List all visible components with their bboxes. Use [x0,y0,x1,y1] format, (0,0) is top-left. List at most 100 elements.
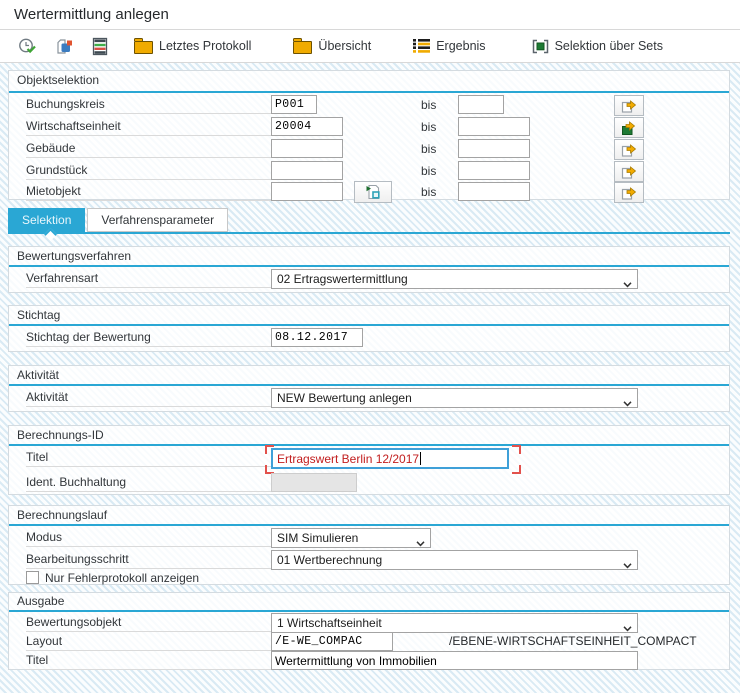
tab-label: Verfahrensparameter [101,213,214,227]
field-label: Stichtag der Bewertung [26,330,271,347]
stichtag-groupbox: Stichtag Stichtag der Bewertung [8,305,730,352]
field-row-ident-buchhaltung: Ident. Buchhaltung [9,473,729,494]
tab-label: Selektion [22,213,71,227]
folder-icon [134,41,153,54]
bis-label: bis [421,120,436,134]
bis-label: bis [421,98,436,112]
grundstueck-multi-selection-button[interactable] [614,161,644,182]
wirtschaftseinheit-from-input[interactable] [271,117,343,136]
execute-with-variant-button[interactable] [49,34,80,59]
button-label: Selektion über Sets [555,39,663,53]
groupbox-accent-rule [9,324,729,326]
aktivitaet-dropdown[interactable]: NEW Bewertung anlegen [271,388,638,408]
titel-input[interactable]: Ertragswert Berlin 12/2017 [271,448,509,469]
field-label: Verfahrensart [26,271,271,288]
groupbox-title: Stichtag [17,308,60,322]
chevron-down-icon [416,536,425,550]
mietobjekt-to-input[interactable] [458,182,530,201]
gebaeude-multi-selection-button[interactable] [614,139,644,160]
field-row-ausgabe-titel: Titel [9,651,729,672]
bearbeitungsschritt-dropdown[interactable]: 01 Wertberechnung [271,550,638,570]
buchungskreis-multi-selection-button[interactable] [614,95,644,116]
field-label: Aktivität [26,390,271,407]
selection-bracket [512,445,521,454]
gebaeude-to-input[interactable] [458,139,530,158]
berechnungs-id-groupbox: Berechnungs-ID Titel Ertragswert Berlin … [8,425,730,495]
groupbox-accent-rule [9,524,729,526]
selektion-ueber-sets-button[interactable]: Selektion über Sets [526,36,669,57]
stichtag-date-input[interactable] [271,328,363,347]
ausgabe-titel-input[interactable] [271,651,638,670]
buchungskreis-to-input[interactable] [458,95,504,114]
sets-selection-icon [532,39,549,54]
nur-fehlerprotokoll-checkbox[interactable] [26,571,39,584]
bewertungsobjekt-dropdown[interactable]: 1 Wirtschaftseinheit [271,613,638,633]
result-list-icon [413,39,430,53]
dropdown-value: NEW Bewertung anlegen [277,391,412,405]
tab-strip: Selektion Verfahrensparameter [8,208,230,232]
multi-selection-arrow-icon [621,142,637,158]
bis-label: bis [421,164,436,178]
chevron-down-icon [623,396,632,410]
selection-row-grundstueck: Grundstück bis [9,161,729,182]
mietobjekt-from-input[interactable] [271,182,343,201]
grundstueck-from-input[interactable] [271,161,343,180]
bis-label: bis [421,142,436,156]
field-label: Mietobjekt [26,184,271,201]
page-title: Wertermittlung anlegen [14,6,169,23]
execute-clock-icon [18,37,37,56]
checkbox-label: Nur Fehlerprotokoll anzeigen [45,571,199,585]
grundstueck-to-input[interactable] [458,161,530,180]
chevron-down-icon [623,277,632,291]
tab-verfahrensparameter[interactable]: Verfahrensparameter [87,208,228,232]
field-row-layout: Layout /EBENE-WIRTSCHAFTSEINHEIT_COMPACT [9,632,729,653]
layout-input[interactable] [271,632,393,651]
gebaeude-from-input[interactable] [271,139,343,158]
ausgabe-groupbox: Ausgabe Bewertungsobjekt 1 Wirtschaftsei… [8,592,730,670]
field-row-bewertungsobjekt: Bewertungsobjekt 1 Wirtschaftseinheit [9,613,729,634]
bewertungsverfahren-groupbox: Bewertungsverfahren Verfahrensart 02 Ert… [8,246,730,293]
field-label: Titel [26,653,271,670]
object-selection-groupbox: Objektselektion Buchungskreis bis Wirtsc… [8,70,730,200]
folder-icon [293,41,312,54]
application-toolbar: Letztes Protokoll Übersicht Ergebnis [0,30,740,63]
field-label: Bewertungsobjekt [26,615,271,632]
tab-accent-line [8,232,730,234]
page-with-arrow-icon [364,184,382,200]
sap-wertermittlung-screen: Wertermittlung anlegen [0,0,740,693]
mietobjekt-multi-selection-button[interactable] [614,182,644,203]
wirtschaftseinheit-multi-selection-button[interactable] [614,117,644,138]
selection-row-mietobjekt: Mietobjekt bis [9,182,729,203]
tab-selektion[interactable]: Selektion [8,208,85,232]
ergebnis-button[interactable]: Ergebnis [407,36,491,56]
field-row-stichtag: Stichtag der Bewertung [9,328,729,349]
letztes-protokoll-button[interactable]: Letztes Protokoll [128,35,257,57]
button-label: Ergebnis [436,39,485,53]
groupbox-accent-rule [9,91,729,93]
selection-bracket [265,445,274,454]
mietobjekt-object-selection-button[interactable] [354,181,392,203]
uebersicht-button[interactable]: Übersicht [287,35,377,57]
selection-list-icon [92,37,108,56]
field-label: Gebäude [26,141,271,158]
wirtschaftseinheit-to-input[interactable] [458,117,530,136]
groupbox-accent-rule [9,444,729,446]
execute-button[interactable] [12,34,43,59]
field-label: Grundstück [26,163,271,180]
selection-options-button[interactable] [86,34,114,59]
multi-selection-active-icon [621,120,637,136]
verfahrensart-dropdown[interactable]: 02 Ertragswertermittlung [271,269,638,289]
field-label: Buchungskreis [26,97,271,114]
buchungskreis-from-input[interactable] [271,95,317,114]
groupbox-title: Objektselektion [17,73,99,87]
copy-variants-icon [55,37,74,56]
groupbox-title: Aktivität [17,368,59,382]
multi-selection-arrow-icon [621,185,637,201]
selection-row-buchungskreis: Buchungskreis bis [9,95,729,116]
button-label: Übersicht [318,39,371,53]
ident-buchhaltung-input-disabled [271,473,357,492]
layout-full-name-text: /EBENE-WIRTSCHAFTSEINHEIT_COMPACT [449,634,697,648]
field-row-modus: Modus SIM Simulieren [9,528,729,549]
selection-row-gebaeude: Gebäude bis [9,139,729,160]
modus-dropdown[interactable]: SIM Simulieren [271,528,431,548]
